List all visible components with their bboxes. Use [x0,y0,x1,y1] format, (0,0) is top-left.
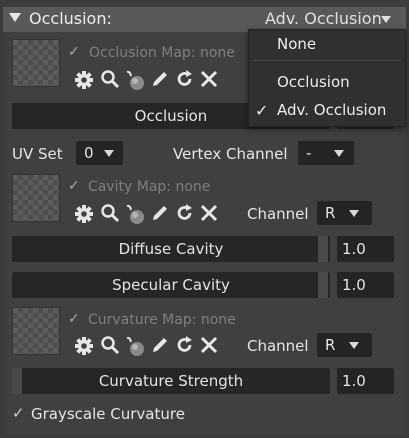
gear-icon[interactable] [74,336,94,356]
cavity-map-thumbnail[interactable] [12,174,60,222]
curvature-strength-handle[interactable] [12,368,22,394]
chevron-down-icon[interactable] [381,16,391,23]
checkmark-icon[interactable]: ✓ [68,44,80,60]
occlusion-map-label: Occlusion Map: none [89,45,235,61]
uv-set-dropdown[interactable]: 0 [76,141,123,165]
vertex-channel-value: - [306,144,312,162]
curvature-strength-value[interactable]: 1.0 [337,368,394,394]
grayscale-curvature-label: Grayscale Curvature [31,405,185,423]
curvature-map-thumbnail[interactable] [12,307,60,355]
chevron-down-icon[interactable] [349,342,359,349]
menu-separator [253,60,401,61]
cavity-map-value: none [175,179,211,195]
checkmark-icon: ✓ [255,101,269,120]
curvature-channel-label: Channel [247,337,309,355]
cavity-map-label: Cavity Map: none [88,179,211,195]
curvature-channel-value: R [325,336,336,354]
search-icon[interactable] [100,69,120,89]
search-icon[interactable] [100,203,120,223]
close-icon[interactable] [200,204,218,222]
grayscale-curvature-checkbox[interactable]: ✓ [12,404,25,422]
curvature-map-value: none [200,312,236,328]
curvature-strength-label: Curvature Strength [98,372,244,390]
gear-icon[interactable] [74,204,94,224]
chevron-down-icon[interactable] [104,150,114,157]
occlusion-map-value: none [199,45,235,61]
reload-icon[interactable] [175,69,195,89]
uv-set-label: UV Set [12,145,63,163]
menu-item-adv-occlusion-label: Adv. Occlusion [277,101,387,119]
uv-set-value: 0 [84,144,94,162]
diffuse-cavity-label: Diffuse Cavity [118,240,224,258]
pencil-icon[interactable] [150,69,170,89]
curvature-strength-slider[interactable]: Curvature Strength [12,368,330,394]
eyedropper-sphere-icon[interactable] [124,203,146,225]
close-icon[interactable] [200,336,218,354]
pencil-icon[interactable] [150,203,170,223]
reload-icon[interactable] [175,203,195,223]
checkmark-icon[interactable]: ✓ [68,178,80,194]
pencil-icon[interactable] [150,335,170,355]
reload-icon[interactable] [175,335,195,355]
vertex-channel-label: Vertex Channel [173,145,288,163]
search-icon[interactable] [100,335,120,355]
close-icon[interactable] [200,70,218,88]
collapse-arrow-icon[interactable] [9,13,21,22]
curvature-map-label: Curvature Map: none [88,312,236,328]
cavity-channel-dropdown[interactable]: R [317,201,372,225]
specular-cavity-slider[interactable]: Specular Cavity [12,272,330,298]
eyedropper-sphere-icon[interactable] [124,335,146,357]
occlusion-mode-dropdown[interactable]: Adv. Occlusion [265,9,382,28]
eyedropper-sphere-icon[interactable] [124,69,146,91]
section-title: Occlusion: [29,9,112,28]
specular-cavity-handle[interactable] [318,272,328,298]
gear-icon[interactable] [74,70,94,90]
diffuse-cavity-handle[interactable] [318,236,328,262]
diffuse-cavity-slider[interactable]: Diffuse Cavity [12,236,330,262]
cavity-channel-value: R [325,204,336,222]
chevron-down-icon[interactable] [334,150,344,157]
vertex-channel-dropdown[interactable]: - [298,141,354,165]
menu-item-occlusion-label: Occlusion [277,73,350,91]
specular-cavity-value[interactable]: 1.0 [337,272,394,298]
specular-cavity-label: Specular Cavity [112,276,230,294]
occlusion-mode-menu: None Occlusion ✓ Adv. Occlusion [248,29,406,127]
diffuse-cavity-value[interactable]: 1.0 [337,236,394,262]
menu-item-none-label: None [277,35,317,53]
occlusion-map-thumbnail[interactable] [12,39,60,87]
chevron-down-icon[interactable] [349,210,359,217]
checkmark-icon[interactable]: ✓ [68,311,80,327]
cavity-channel-label: Channel [247,205,309,223]
occlusion-slider-label: Occlusion [134,107,208,125]
curvature-channel-dropdown[interactable]: R [317,333,372,357]
